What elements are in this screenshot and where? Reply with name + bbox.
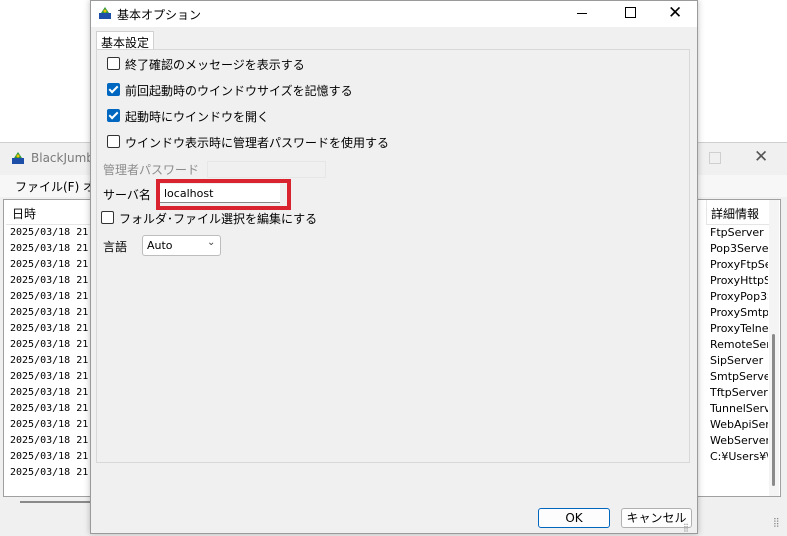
app-icon <box>12 152 24 164</box>
list-item: ProxySmtpS <box>710 306 768 319</box>
language-label: 言語 <box>103 240 128 254</box>
list-item: 2025/03/18 21:4 <box>10 371 101 382</box>
menu-file[interactable]: ファイル(F) <box>15 178 79 195</box>
list-item: TunnelServ <box>710 402 768 415</box>
dialog-title: 基本オプション <box>117 8 202 22</box>
list-item: 2025/03/18 21:4 <box>10 451 101 462</box>
list-item: RemoteServ <box>710 338 768 351</box>
list-item: TftpServer <box>710 386 768 399</box>
list-item: C:¥Users¥\ <box>710 450 768 463</box>
app-icon <box>99 7 111 19</box>
list-item: ProxyFtpSe <box>710 258 768 271</box>
vertical-scrollbar[interactable] <box>769 200 779 496</box>
detail-column: FtpServer Pop3Server ProxyFtpSe ProxyHtt… <box>710 225 768 465</box>
close-icon[interactable]: ✕ <box>668 2 682 24</box>
minimize-icon[interactable] <box>577 13 587 14</box>
list-item: 2025/03/18 21:4 <box>10 275 101 286</box>
column-header-detail[interactable]: 詳細情報 <box>706 200 769 225</box>
list-item: FtpServer <box>710 226 764 239</box>
list-item: WebApiServ <box>710 418 768 431</box>
settings-panel: 終了確認のメッセージを表示する 前回起動時のウインドウサイズを記憶する 起動時に… <box>96 49 690 463</box>
resize-grip-icon[interactable]: ⣿ <box>683 523 689 532</box>
edit-folder-file-checkbox[interactable] <box>101 211 114 224</box>
admin-password-field <box>207 161 326 178</box>
date-column: 2025/03/18 21:4 2025/03/18 21:4 2025/03/… <box>10 225 100 481</box>
ok-button[interactable]: OK <box>538 508 610 528</box>
open-window-checkbox[interactable] <box>107 109 120 122</box>
list-item: ProxyPop3S <box>710 290 768 303</box>
scrollbar-thumb[interactable] <box>772 334 775 486</box>
horizontal-scrollbar[interactable] <box>20 501 90 503</box>
list-item: 2025/03/18 21:4 <box>10 419 101 430</box>
use-admin-password-checkbox[interactable] <box>107 135 120 148</box>
language-select[interactable]: Auto ⌄ <box>142 235 221 256</box>
list-item: 2025/03/18 21:4 <box>10 339 101 350</box>
list-item: SipServer <box>710 354 764 367</box>
maximize-icon[interactable] <box>709 152 721 164</box>
list-item: SmtpServer <box>710 370 768 383</box>
list-item: 2025/03/18 21:4 <box>10 227 101 238</box>
chevron-down-icon: ⌄ <box>207 237 216 248</box>
cancel-button[interactable]: キャンセル <box>621 508 692 528</box>
list-item: WebServer <box>710 434 768 447</box>
close-icon[interactable]: ✕ <box>754 147 768 167</box>
maximize-icon[interactable] <box>625 7 636 18</box>
list-item: Pop3Server <box>710 242 768 255</box>
list-item: 2025/03/18 21:4 <box>10 243 101 254</box>
server-name-label: サーバ名 <box>103 188 151 202</box>
list-item: 2025/03/18 21:4 <box>10 467 101 478</box>
list-item: 2025/03/18 21:4 <box>10 323 101 334</box>
admin-password-label: 管理者パスワード <box>103 163 200 177</box>
confirm-exit-checkbox[interactable] <box>107 57 120 70</box>
basic-options-dialog: 基本オプション ✕ 基本設定 終了確認のメッセージを表示する 前回起動時のウイン… <box>90 0 698 534</box>
list-item: 2025/03/18 21:4 <box>10 291 101 302</box>
list-item: 2025/03/18 21:4 <box>10 387 101 398</box>
resize-grip-icon[interactable]: ⣿ <box>773 518 780 528</box>
list-item: 2025/03/18 21:4 <box>10 307 101 318</box>
list-item: 2025/03/18 21:4 <box>10 403 101 414</box>
dialog-titlebar: 基本オプション ✕ <box>91 1 697 27</box>
language-value: Auto <box>147 239 173 252</box>
remember-size-checkbox[interactable] <box>107 83 120 96</box>
list-item: ProxyTelne <box>710 322 768 335</box>
column-header-time[interactable]: 日時 <box>6 200 94 225</box>
tab-basic-settings[interactable]: 基本設定 <box>96 31 154 50</box>
server-name-input[interactable] <box>160 184 280 203</box>
list-item: ProxyHttpS <box>710 274 768 287</box>
list-item: 2025/03/18 21:4 <box>10 355 101 366</box>
list-item: 2025/03/18 21:4 <box>10 259 101 270</box>
list-item: 2025/03/18 21:4 <box>10 435 101 446</box>
